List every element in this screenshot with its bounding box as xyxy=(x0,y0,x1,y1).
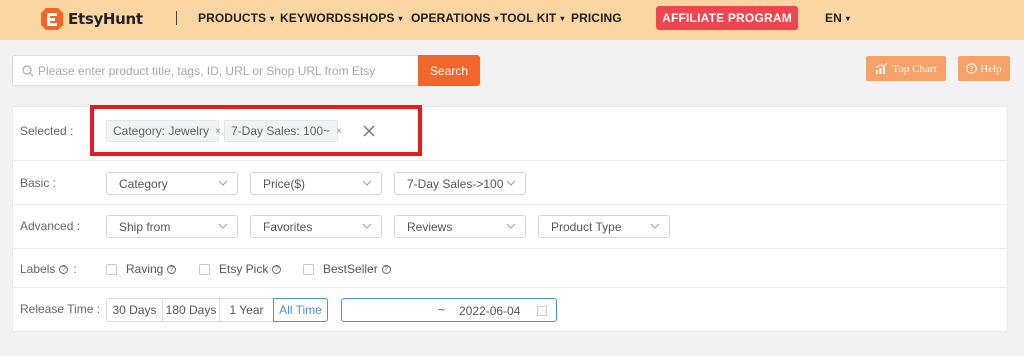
select-value: Reviews xyxy=(407,219,453,234)
select-value: Favorites xyxy=(263,219,313,234)
checkbox-label: BestSeller xyxy=(323,262,378,276)
svg-text:?: ? xyxy=(970,65,974,73)
chevron-down-icon xyxy=(218,180,228,186)
checkbox-label: Etsy Pick xyxy=(219,262,269,276)
chart-icon xyxy=(876,62,888,74)
help-icon[interactable]: ? xyxy=(381,264,391,274)
chevron-down-icon xyxy=(362,180,372,186)
raving-checkbox[interactable]: Raving ? xyxy=(106,262,177,276)
release-option-all-time[interactable]: All Time xyxy=(273,298,328,322)
reviews-select[interactable]: Reviews xyxy=(394,215,526,238)
chevron-down-icon xyxy=(218,223,228,229)
nav-label: PRODUCTS xyxy=(198,11,267,25)
chevron-down-icon xyxy=(506,180,516,186)
row-divider xyxy=(12,160,1008,161)
nav-label: KEYWORDS xyxy=(280,11,352,25)
highlight-box xyxy=(90,105,422,156)
top-header: EtsyHunt PRODUCTS ▾ KEYWORDS SHOPS ▾ OPERA… xyxy=(0,0,1024,40)
help-circle-icon: ? xyxy=(966,63,978,74)
select-value: Price($) xyxy=(263,176,306,191)
search-icon xyxy=(22,64,34,76)
labels-label-text: Labels xyxy=(20,262,56,276)
price-select[interactable]: Price($) xyxy=(250,172,382,195)
row-divider xyxy=(12,204,1008,205)
nav-label: TOOL KIT xyxy=(500,11,557,25)
help-icon[interactable]: ? xyxy=(167,264,177,274)
calendar-icon[interactable] xyxy=(537,306,547,316)
release-time-segmented: 30 Days 180 Days 1 Year All Time xyxy=(106,298,328,322)
release-option-180-days[interactable]: 180 Days xyxy=(163,299,220,321)
7day-sales-select[interactable]: 7-Day Sales->100 xyxy=(394,172,526,195)
chevron-down-icon xyxy=(362,223,372,229)
help-icon[interactable]: ? xyxy=(59,264,69,274)
language-label: EN xyxy=(825,11,842,25)
nav-tool-kit[interactable]: TOOL KIT ▾ xyxy=(500,11,564,25)
bestseller-checkbox[interactable]: BestSeller ? xyxy=(303,262,391,276)
etsy-pick-checkbox[interactable]: Etsy Pick ? xyxy=(199,262,282,276)
checkbox-box[interactable] xyxy=(106,263,117,275)
select-value: Category xyxy=(119,176,168,191)
help-button[interactable]: ? Help xyxy=(958,56,1010,81)
top-chart-button[interactable]: Top Chart xyxy=(866,56,946,81)
row-divider xyxy=(12,248,1008,249)
nav-label: PRICING xyxy=(571,11,622,25)
nav-products[interactable]: PRODUCTS ▾ xyxy=(198,11,274,25)
language-selector[interactable]: EN ▾ xyxy=(825,11,850,25)
nav-keywords[interactable]: KEYWORDS xyxy=(280,11,351,25)
nav-label: SHOPS xyxy=(352,11,395,25)
chevron-down-icon: ▾ xyxy=(270,13,275,23)
affiliate-program-button[interactable]: AFFILIATE PROGRAM xyxy=(656,6,798,30)
favorites-select[interactable]: Favorites xyxy=(250,215,382,238)
checkbox-label: Raving xyxy=(126,262,164,276)
search-button[interactable]: Search xyxy=(418,55,480,86)
search-field[interactable] xyxy=(12,55,420,86)
logo-mark-icon xyxy=(41,8,63,30)
select-value: 7-Day Sales->100 xyxy=(407,176,504,191)
chevron-down-icon: ▾ xyxy=(398,13,403,23)
labels-row-label: Labels ? : xyxy=(20,262,77,276)
labels-label-suffix: : xyxy=(73,262,77,276)
top-chart-label: Top Chart xyxy=(892,62,937,75)
ship-from-select[interactable]: Ship from xyxy=(106,215,238,238)
nav-shops[interactable]: SHOPS ▾ xyxy=(352,11,403,25)
checkbox-box[interactable] xyxy=(199,263,210,275)
help-icon[interactable]: ? xyxy=(272,264,282,274)
date-separator: ~ xyxy=(438,303,446,317)
basic-label: Basic : xyxy=(20,176,57,190)
select-value: Ship from xyxy=(119,219,171,234)
chevron-down-icon: ▾ xyxy=(845,13,850,23)
chevron-down-icon: ▾ xyxy=(494,13,499,23)
checkbox-box[interactable] xyxy=(303,263,314,275)
date-end-value[interactable]: 2022-06-04 xyxy=(459,304,520,318)
chevron-down-icon xyxy=(506,223,516,229)
release-option-1-year[interactable]: 1 Year xyxy=(220,299,274,321)
product-type-select[interactable]: Product Type xyxy=(538,215,670,238)
chevron-down-icon: ▾ xyxy=(560,13,565,23)
selected-label: Selected : xyxy=(20,124,74,138)
release-option-30-days[interactable]: 30 Days xyxy=(107,299,163,321)
row-divider xyxy=(12,287,1008,288)
category-select[interactable]: Category xyxy=(106,172,238,195)
nav-pricing[interactable]: PRICING xyxy=(571,11,622,25)
etsyhunt-logo[interactable]: EtsyHunt xyxy=(40,6,143,32)
release-time-label: Release Time : xyxy=(20,302,101,316)
advanced-label: Advanced : xyxy=(20,219,81,233)
search-input[interactable] xyxy=(38,63,418,78)
nav-label: OPERATIONS xyxy=(411,11,491,25)
help-label: Help xyxy=(980,62,1002,75)
chevron-down-icon xyxy=(650,223,660,229)
nav-operations[interactable]: OPERATIONS ▾ xyxy=(411,11,499,25)
date-range-picker[interactable]: ~ 2022-06-04 xyxy=(341,298,557,322)
select-value: Product Type xyxy=(551,219,622,234)
logo-text: EtsyHunt xyxy=(68,10,143,28)
header-divider xyxy=(176,11,177,25)
